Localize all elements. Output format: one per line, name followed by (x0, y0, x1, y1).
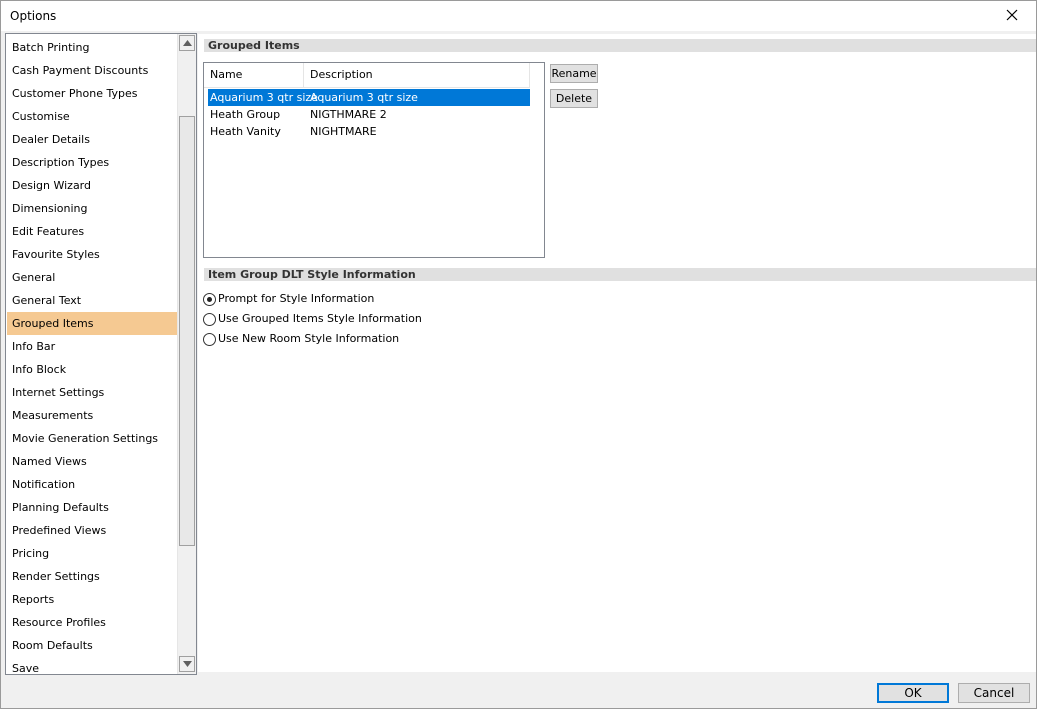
options-category-list[interactable]: Batch Printing Cash Payment Discounts Cust… (5, 33, 197, 675)
vertical-scrollbar[interactable] (177, 34, 196, 674)
sidebar-item[interactable]: Movie Generation Settings (7, 427, 177, 450)
sidebar-item[interactable]: Resource Profiles (7, 611, 177, 634)
table-row[interactable]: Aquarium 3 qtr size Aquarium 3 qtr size (208, 89, 530, 106)
sidebar-item[interactable]: Favourite Styles (7, 243, 177, 266)
cell-name: Aquarium 3 qtr size (210, 91, 318, 104)
table-row[interactable]: Heath Group NIGTHMARE 2 (208, 106, 530, 123)
sidebar-item[interactable]: Customise (7, 105, 177, 128)
sidebar-item[interactable]: Customer Phone Types (7, 82, 177, 105)
table-row[interactable]: Heath Vanity NIGHTMARE (208, 123, 530, 140)
scroll-up-button[interactable] (179, 35, 195, 51)
sidebar-item[interactable]: Notification (7, 473, 177, 496)
grouped-items-header: Grouped Items (204, 39, 1036, 52)
sidebar-item[interactable]: Reports (7, 588, 177, 611)
sidebar-item[interactable]: Cash Payment Discounts (7, 59, 177, 82)
category-items: Batch Printing Cash Payment Discounts Cust… (7, 36, 177, 674)
sidebar-item[interactable]: Dimensioning (7, 197, 177, 220)
radio-label: Use New Room Style Information (218, 332, 400, 345)
sidebar-item[interactable]: Description Types (7, 151, 177, 174)
arrow-down-icon (183, 661, 192, 667)
sidebar-item[interactable]: General Text (7, 289, 177, 312)
sidebar-item[interactable]: Dealer Details (7, 128, 177, 151)
arrow-up-icon (183, 40, 192, 46)
title-bar: Options (1, 1, 1036, 31)
radio-label: Use Grouped Items Style Information (218, 312, 422, 325)
cell-name: Heath Group (210, 108, 281, 121)
sidebar-item[interactable]: General (7, 266, 177, 289)
cell-name: Heath Vanity (210, 125, 281, 138)
radio-button[interactable] (203, 293, 216, 306)
radio-button[interactable] (203, 333, 216, 346)
sidebar-item[interactable]: Info Block (7, 358, 177, 381)
close-icon (1006, 9, 1018, 21)
scroll-down-button[interactable] (179, 656, 195, 672)
sidebar-item[interactable]: Design Wizard (7, 174, 177, 197)
sidebar-item[interactable]: Measurements (7, 404, 177, 427)
radio-label: Prompt for Style Information (218, 292, 375, 305)
scroll-thumb[interactable] (179, 116, 195, 546)
sidebar-item[interactable]: Planning Defaults (7, 496, 177, 519)
sidebar-item[interactable]: Info Bar (7, 335, 177, 358)
radio-button[interactable] (203, 313, 216, 326)
radio-checked-dot (207, 297, 212, 302)
sidebar-item[interactable]: Internet Settings (7, 381, 177, 404)
sidebar-item[interactable]: Edit Features (7, 220, 177, 243)
grouped-items-table[interactable]: Name Description Aquarium 3 qtr size Aqua… (203, 62, 545, 258)
sidebar-item[interactable]: Room Defaults (7, 634, 177, 657)
cell-description: NIGTHMARE 2 (310, 108, 387, 121)
sidebar-item[interactable]: Named Views (7, 450, 177, 473)
sidebar-item[interactable]: Predefined Views (7, 519, 177, 542)
window-title: Options (10, 9, 57, 23)
close-button[interactable] (990, 1, 1036, 31)
sidebar-item[interactable]: Batch Printing (7, 36, 177, 59)
style-info-header: Item Group DLT Style Information (204, 268, 1036, 281)
ok-button[interactable]: OK (877, 683, 949, 703)
options-window: Options Batch Printing Cash Payment Disco… (0, 0, 1037, 709)
delete-button[interactable]: Delete (550, 89, 598, 108)
sidebar-item[interactable]: Grouped Items (7, 312, 177, 335)
cancel-button[interactable]: Cancel (958, 683, 1030, 703)
sidebar-item[interactable]: Save (7, 657, 177, 674)
cell-description: Aquarium 3 qtr size (310, 91, 418, 104)
sidebar-item[interactable]: Render Settings (7, 565, 177, 588)
column-header-description[interactable]: Description (304, 63, 530, 87)
rename-button[interactable]: Rename (550, 64, 598, 83)
table-header: Name Description (204, 63, 530, 88)
sidebar-item[interactable]: Pricing (7, 542, 177, 565)
cell-description: NIGHTMARE (310, 125, 377, 138)
column-header-name[interactable]: Name (204, 63, 304, 87)
